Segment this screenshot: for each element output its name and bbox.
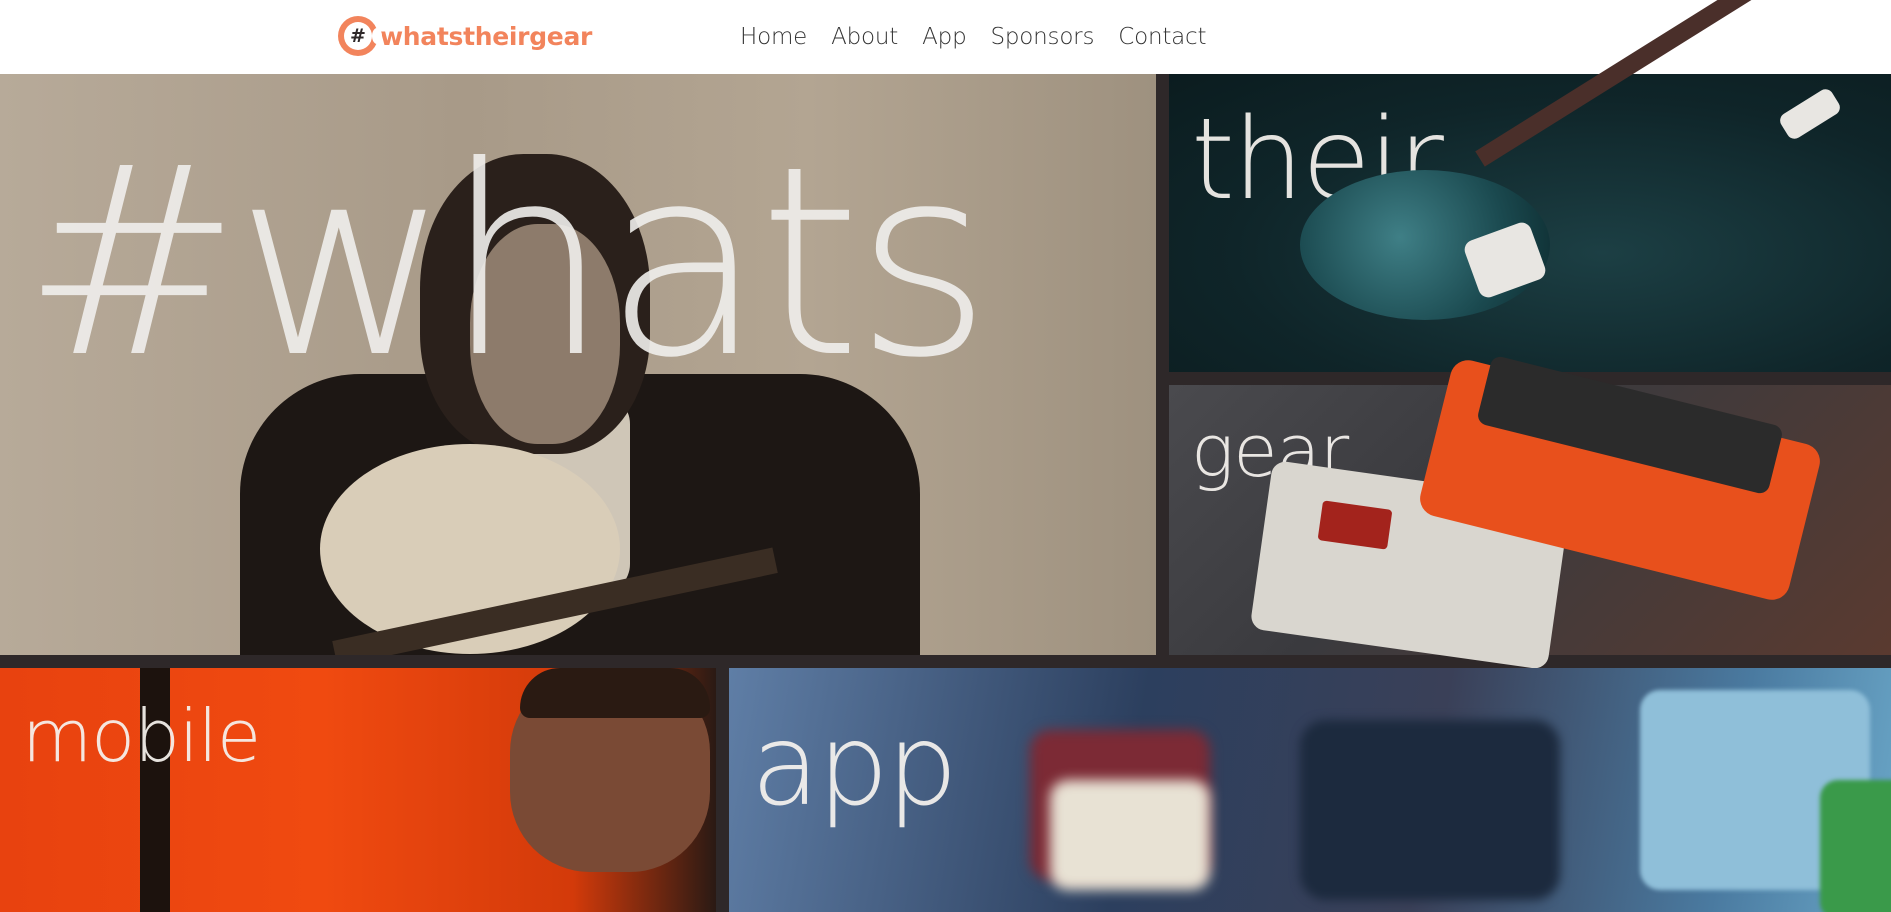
nav-link-app[interactable]: App: [922, 24, 967, 50]
hashtag-glyph: #: [344, 22, 372, 50]
blurred-pedal-cream-image: [1050, 780, 1210, 890]
nav-link-contact[interactable]: Contact: [1118, 24, 1206, 50]
nav-link-about[interactable]: About: [831, 24, 898, 50]
tile-word-mobile: mobile: [22, 694, 261, 778]
tile-mobile-photo[interactable]: mobile: [0, 668, 716, 912]
tile-word-whats: #whats: [22, 110, 992, 415]
guitarist-hair-image: [520, 668, 710, 718]
blurred-pedal-green-image: [1820, 780, 1891, 912]
nav-link-home[interactable]: Home: [740, 24, 807, 50]
nav-link-sponsors[interactable]: Sponsors: [990, 24, 1094, 50]
brand-logo-link[interactable]: # whatstheirgear: [338, 16, 592, 56]
brand-name: whatstheirgear: [380, 21, 593, 51]
tile-whats-photo[interactable]: #whats: [0, 74, 1156, 655]
top-navigation-bar: # whatstheirgear Home About App Sponsors…: [0, 0, 1891, 74]
hashtag-logo-icon: #: [338, 16, 382, 56]
main-nav: Home About App Sponsors Contact: [740, 18, 1230, 56]
tile-app-photo[interactable]: app: [729, 668, 1891, 912]
tile-word-app: app: [751, 701, 958, 831]
blurred-pedal-dark-image: [1300, 720, 1560, 900]
